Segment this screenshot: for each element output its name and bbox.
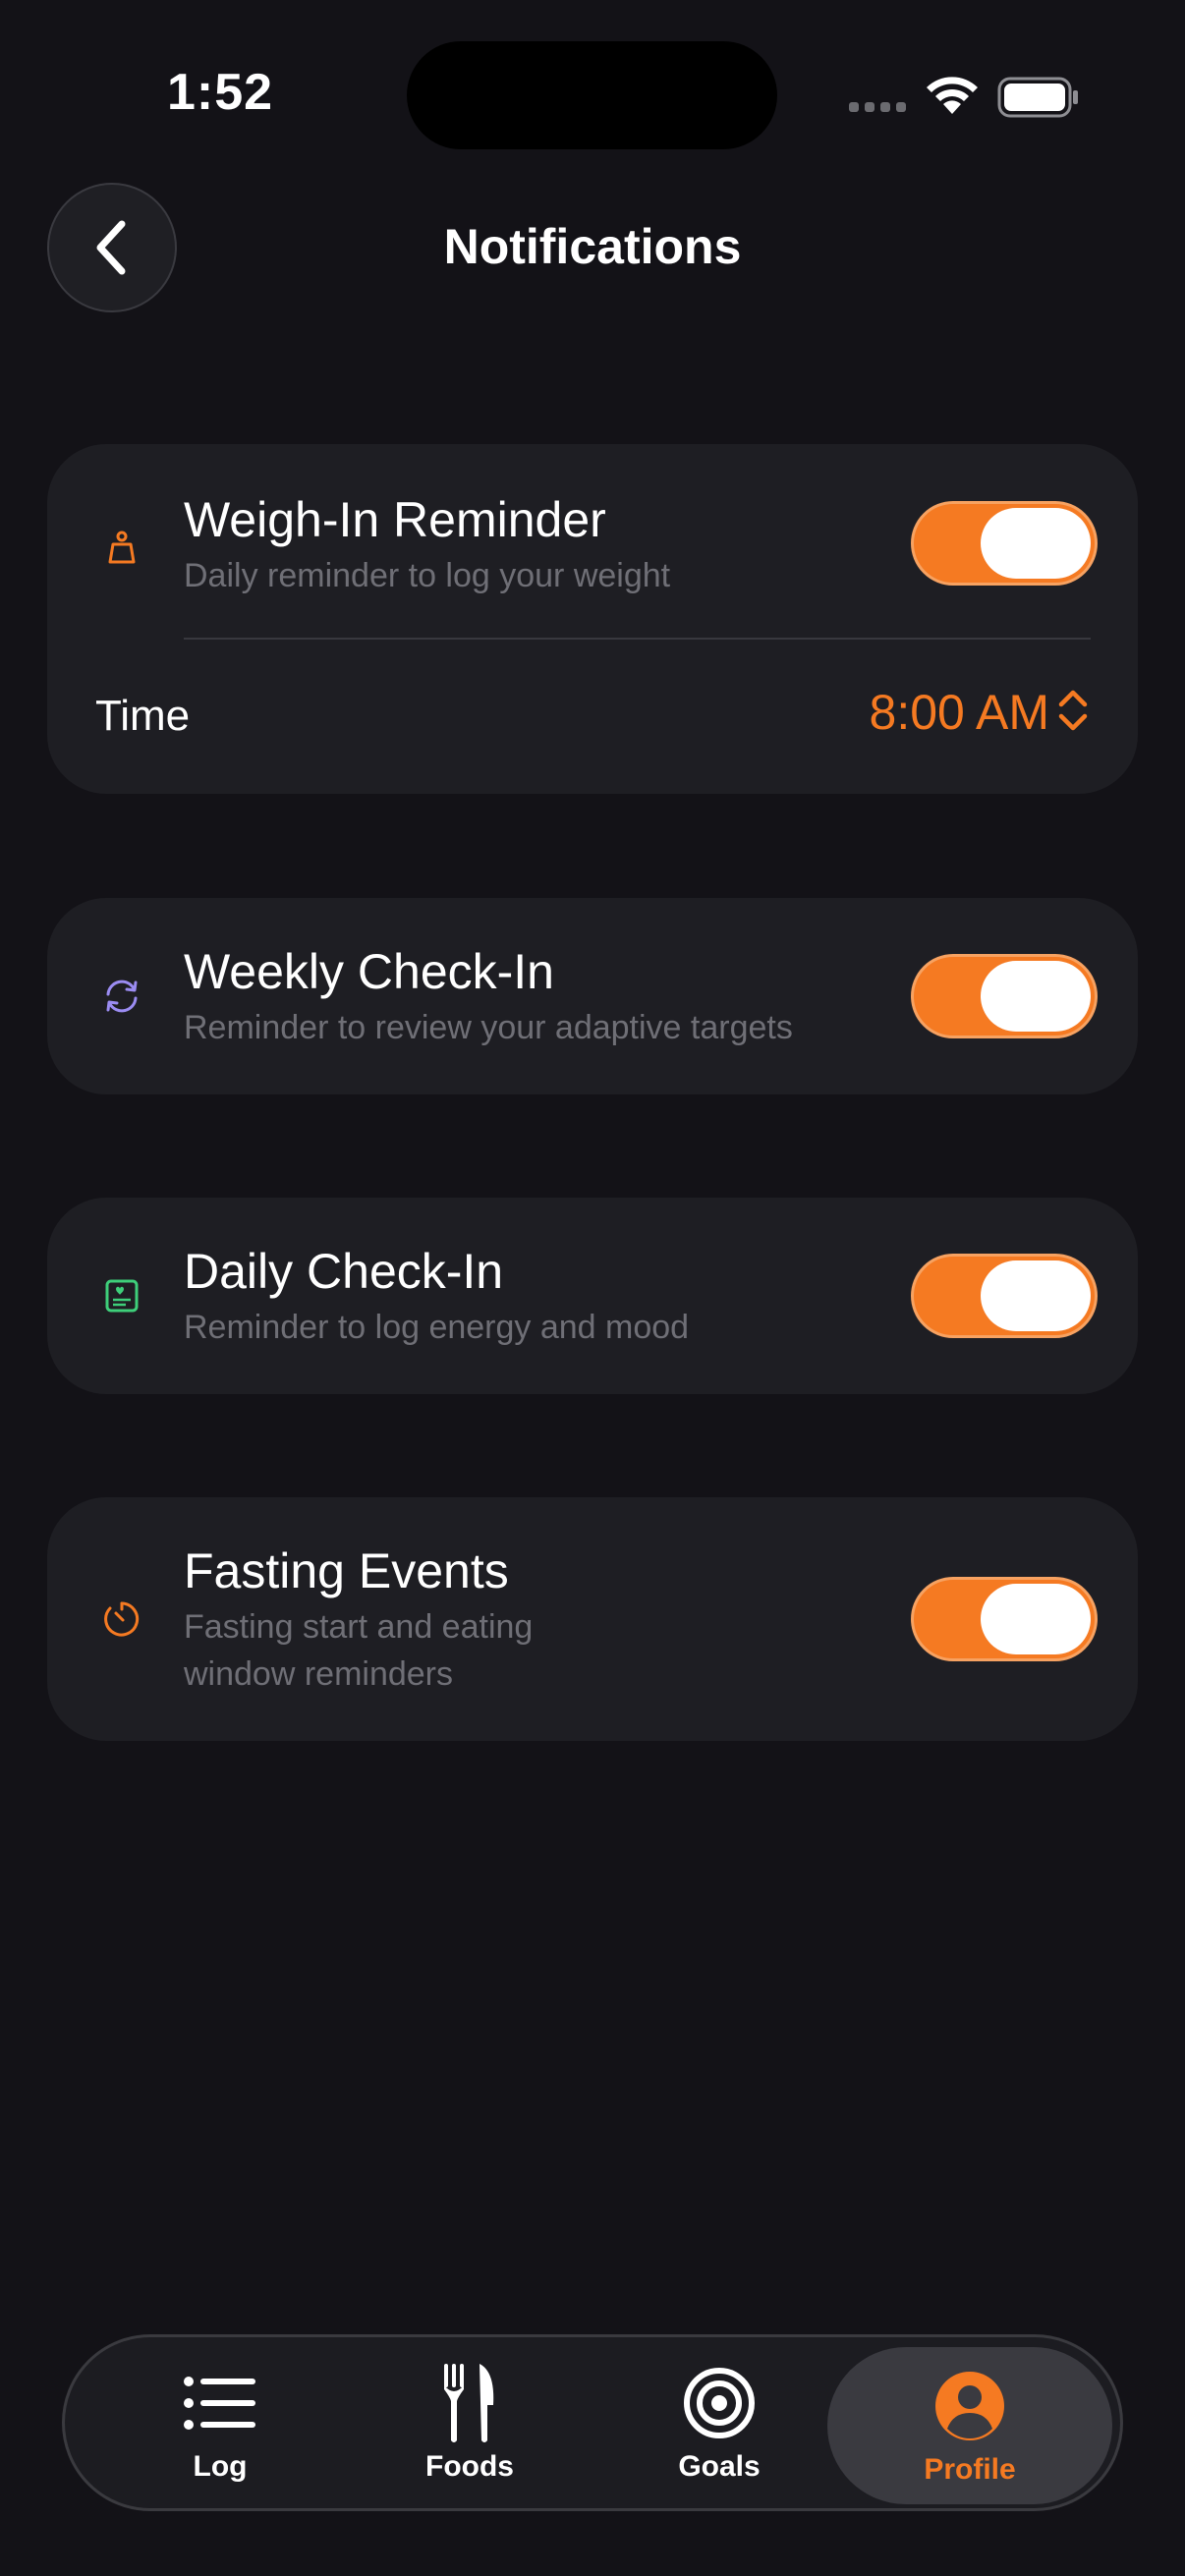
person-circle-icon <box>935 2372 1004 2440</box>
fork-knife-icon <box>444 2364 494 2442</box>
daily-check-in-toggle[interactable] <box>911 1254 1098 1338</box>
weigh-in-title: Weigh-In Reminder <box>184 492 606 547</box>
weekly-check-in-subtitle: Reminder to review your adaptive targets <box>184 1009 793 1046</box>
timer-icon <box>104 1601 140 1637</box>
daily-check-in-card: Daily Check-In Reminder to log energy an… <box>47 1198 1138 1394</box>
weigh-in-card: Weigh-In Reminder Daily reminder to log … <box>47 444 1138 794</box>
scale-icon <box>108 531 136 564</box>
daily-check-in-subtitle: Reminder to log energy and mood <box>184 1309 690 1346</box>
page-title: Notifications <box>443 219 742 274</box>
fasting-events-subtitle-line1: Fasting start and eating <box>184 1608 534 1646</box>
cellular-signal-icon <box>849 102 906 112</box>
list-icon <box>184 2377 255 2430</box>
toggle-knob <box>981 508 1091 579</box>
notifications-screen: 1:52 Notifications Weigh-In Reminder Dai… <box>0 0 1185 2576</box>
tab-log-label: Log <box>193 2450 248 2483</box>
refresh-icon <box>106 980 138 1013</box>
weigh-in-toggle[interactable] <box>911 501 1098 586</box>
weekly-check-in-card: Weekly Check-In Reminder to review your … <box>47 898 1138 1094</box>
fasting-events-card: Fasting Events Fasting start and eating … <box>47 1497 1138 1741</box>
chevron-up-down-icon[interactable] <box>1055 686 1091 735</box>
tab-goals[interactable]: Goals <box>596 2337 842 2508</box>
tab-goals-label: Goals <box>678 2450 761 2483</box>
tab-profile-label: Profile <box>924 2453 1016 2486</box>
daily-check-in-title: Daily Check-In <box>184 1244 504 1299</box>
tab-profile[interactable]: Profile <box>827 2347 1112 2504</box>
wifi-icon <box>927 77 978 114</box>
weekly-check-in-toggle[interactable] <box>911 954 1098 1038</box>
target-icon <box>684 2368 755 2438</box>
weekly-check-in-title: Weekly Check-In <box>184 944 554 999</box>
status-time: 1:52 <box>167 64 274 121</box>
fasting-events-title: Fasting Events <box>184 1543 509 1598</box>
divider <box>184 638 1091 640</box>
time-picker-value[interactable]: 8:00 AM <box>870 684 1049 741</box>
weigh-in-subtitle: Daily reminder to log your weight <box>184 557 671 594</box>
toggle-knob <box>981 961 1091 1032</box>
heart-card-icon <box>105 1279 139 1313</box>
time-label: Time <box>95 692 191 740</box>
toggle-knob <box>981 1260 1091 1331</box>
battery-icon <box>997 77 1078 118</box>
tab-bar: Log Foods Goals Profile <box>62 2334 1123 2511</box>
tab-log[interactable]: Log <box>97 2337 343 2508</box>
tab-foods-label: Foods <box>425 2450 514 2483</box>
dynamic-island <box>407 41 777 149</box>
toggle-knob <box>981 1584 1091 1654</box>
fasting-events-toggle[interactable] <box>911 1577 1098 1661</box>
fasting-events-subtitle-line2: window reminders <box>184 1655 453 1693</box>
tab-foods[interactable]: Foods <box>347 2337 592 2508</box>
